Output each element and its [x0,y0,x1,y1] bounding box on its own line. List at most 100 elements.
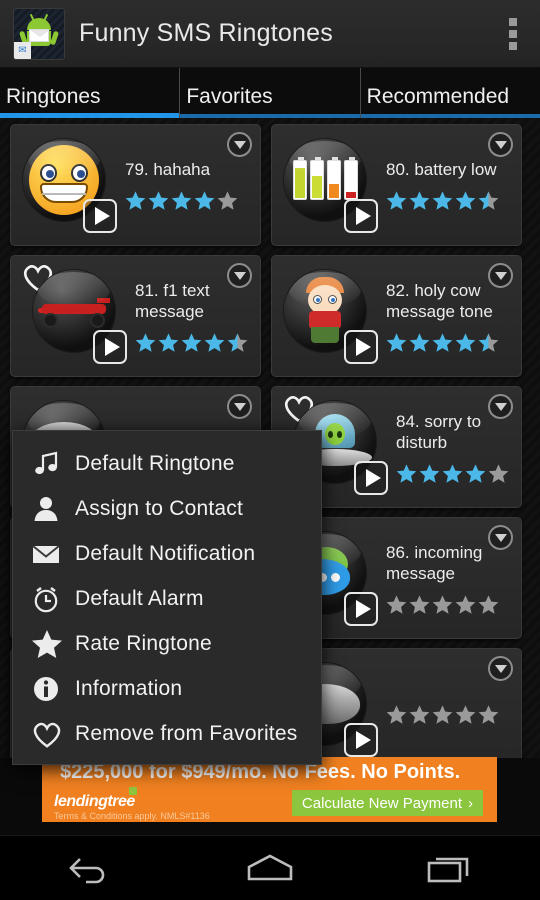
menu-item-label: Default Notification [75,541,256,565]
rating-stars[interactable] [396,463,513,484]
ringtone-card[interactable]: 82. holy cow message tone [271,255,522,377]
star-icon[interactable] [432,594,453,615]
play-button[interactable] [344,592,378,626]
menu-item-rate-ringtone[interactable]: Rate Ringtone [13,621,321,666]
tab-recommended[interactable]: Recommended [359,68,540,118]
play-button[interactable] [344,330,378,364]
play-button[interactable] [93,330,127,364]
info-icon [31,674,75,704]
star-icon[interactable] [125,190,146,211]
ad-terms: Terms & Conditions apply. NMLS#1136 [54,811,210,821]
menu-item-default-ringtone[interactable]: Default Ringtone [13,441,321,486]
card-dropdown-icon[interactable] [488,394,513,419]
card-dropdown-icon[interactable] [488,132,513,157]
card-dropdown-icon[interactable] [488,525,513,550]
menu-item-default-alarm[interactable]: Default Alarm [13,576,321,621]
star-icon[interactable] [478,190,499,211]
play-button[interactable] [354,461,388,495]
star-icon[interactable] [409,332,430,353]
card-dropdown-icon[interactable] [488,263,513,288]
ad-cta-button[interactable]: Calculate New Payment › [291,790,483,816]
card-dropdown-icon[interactable] [488,656,513,681]
rating-stars[interactable] [386,594,513,615]
play-button[interactable] [83,199,117,233]
star-icon[interactable] [204,332,225,353]
star-icon[interactable] [455,190,476,211]
star-icon[interactable] [135,332,156,353]
thumbnail [284,270,378,364]
star-icon[interactable] [409,190,430,211]
rating-stars[interactable] [386,332,513,353]
star-icon[interactable] [158,332,179,353]
star-icon[interactable] [386,704,407,725]
shortcut-badge-icon: ✉ [14,41,31,59]
card-info: 86. incoming message [386,542,521,615]
card-dropdown-icon[interactable] [227,394,252,419]
star-icon[interactable] [419,463,440,484]
star-icon[interactable] [148,190,169,211]
tab-favorites[interactable]: Favorites [179,68,360,118]
menu-item-information[interactable]: Information [13,666,321,711]
rating-stars[interactable] [386,704,513,725]
ringtone-card[interactable]: 81. f1 text message [10,255,261,377]
ad-banner[interactable]: $225,000 for $949/mo. No Fees. No Points… [42,757,497,822]
card-info: 80. battery low [386,159,521,211]
star-icon[interactable] [386,332,407,353]
star-icon[interactable] [478,594,499,615]
star-icon[interactable] [432,190,453,211]
star-icon[interactable] [442,463,463,484]
play-button[interactable] [344,723,378,757]
card-info: 81. f1 text message [135,280,260,353]
ringtone-card[interactable]: 80. battery low [271,124,522,246]
card-info: 79. hahaha [125,159,260,211]
star-icon[interactable] [455,594,476,615]
recents-button[interactable] [405,845,495,891]
star-icon[interactable] [181,332,202,353]
star-icon[interactable] [478,704,499,725]
home-button[interactable] [225,845,315,891]
star-icon[interactable] [432,704,453,725]
tab-label: Recommended [366,85,510,108]
star-icon[interactable] [386,190,407,211]
star-icon[interactable] [396,463,417,484]
star-icon[interactable] [455,704,476,725]
back-button[interactable] [45,845,135,891]
star-icon[interactable] [478,332,499,353]
overflow-menu-button[interactable] [502,14,524,54]
card-dropdown-icon[interactable] [227,263,252,288]
heart-icon [31,719,75,749]
music-note-icon [31,449,75,479]
menu-item-assign-to-contact[interactable]: Assign to Contact [13,486,321,531]
star-icon[interactable] [171,190,192,211]
menu-item-label: Information [75,676,183,700]
chevron-right-icon: › [468,794,473,812]
star-icon[interactable] [217,190,238,211]
rating-stars[interactable] [135,332,252,353]
star-icon[interactable] [409,594,430,615]
star-icon[interactable] [455,332,476,353]
ringtone-card[interactable]: 79. hahaha [10,124,261,246]
star-icon[interactable] [409,704,430,725]
context-menu[interactable]: Default Ringtone Assign to Contact Defau… [12,430,322,765]
action-bar: ✉ Funny SMS Ringtones [0,0,540,68]
star-icon[interactable] [227,332,248,353]
tab-ringtones[interactable]: Ringtones [0,68,180,118]
alarm-clock-icon [31,584,75,614]
card-dropdown-icon[interactable] [227,132,252,157]
menu-item-default-notification[interactable]: Default Notification [13,531,321,576]
star-icon[interactable] [432,332,453,353]
star-icon[interactable] [386,594,407,615]
rating-stars[interactable] [386,190,513,211]
star-icon[interactable] [465,463,486,484]
star-icon[interactable] [488,463,509,484]
menu-item-label: Remove from Favorites [75,721,298,745]
menu-item-label: Assign to Contact [75,496,243,520]
star-icon[interactable] [194,190,215,211]
play-button[interactable] [344,199,378,233]
ad-cta-label: Calculate New Payment [301,794,462,812]
rating-stars[interactable] [125,190,252,211]
menu-item-remove-from-favorites[interactable]: Remove from Favorites [13,711,321,756]
ad-logo-text: lendingtree [54,793,135,810]
page-title: Funny SMS Ringtones [79,19,333,47]
tab-bar: Ringtones Favorites Recommended [0,68,540,118]
